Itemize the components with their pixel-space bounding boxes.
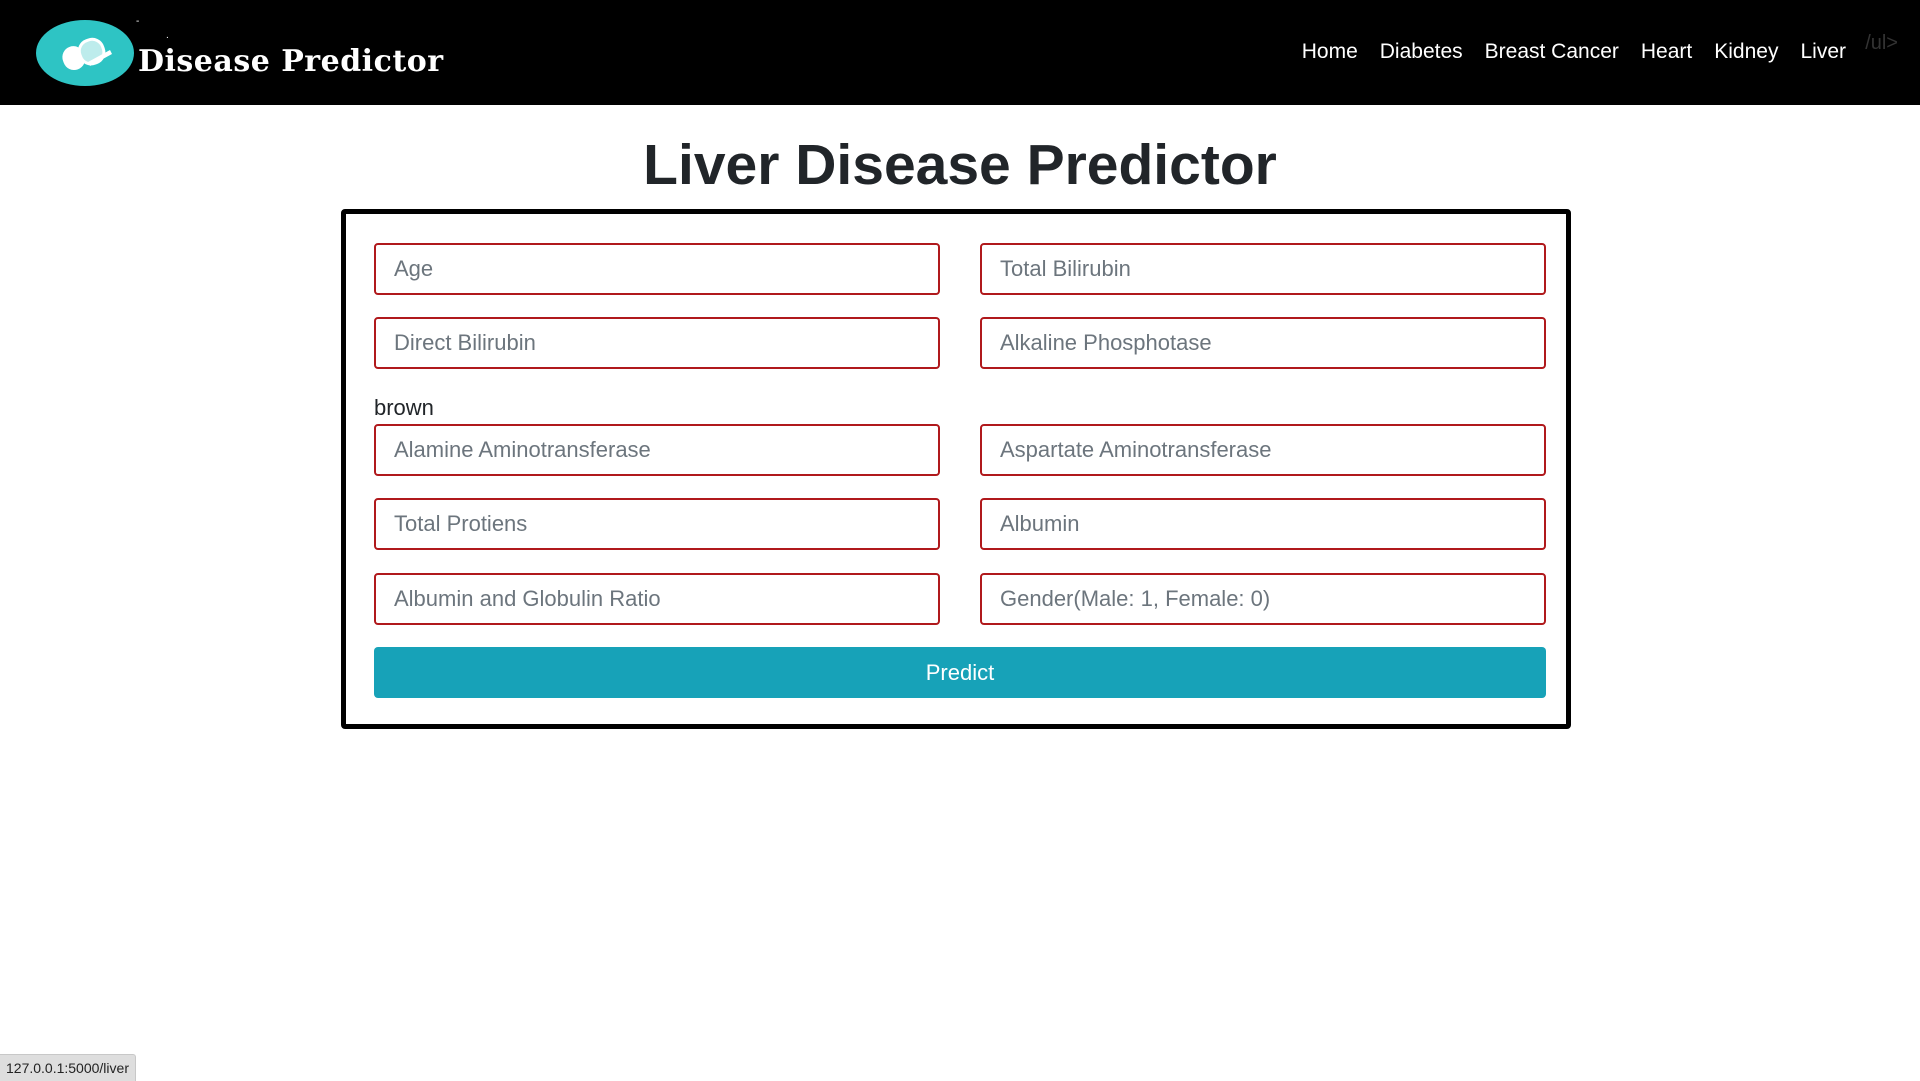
- direct-bilirubin-field[interactable]: [374, 317, 940, 369]
- brand-logo[interactable]: - . Disease Predictor: [36, 16, 443, 88]
- age-field[interactable]: [374, 243, 940, 295]
- gender-field[interactable]: [980, 573, 1546, 625]
- total-protiens-field[interactable]: [374, 498, 940, 550]
- stray-label: brown: [374, 395, 434, 420]
- nav-liver[interactable]: Liver: [1800, 40, 1846, 64]
- page-title: Liver Disease Predictor: [643, 133, 1277, 197]
- brand-name: Disease Predictor: [138, 44, 444, 79]
- status-bar-url: 127.0.0.1:5000/liver: [0, 1054, 136, 1081]
- total-bilirubin-field[interactable]: [980, 243, 1546, 295]
- nav-heart[interactable]: Heart: [1641, 40, 1692, 64]
- nav-kidney[interactable]: Kidney: [1714, 40, 1778, 64]
- pill-capsule-icon: [36, 20, 134, 86]
- top-navbar: - . Disease Predictor Home Diabetes Brea…: [0, 0, 1920, 105]
- alamine-aminotransferase-field[interactable]: [374, 424, 940, 476]
- albumin-globulin-ratio-field[interactable]: [374, 573, 940, 625]
- aspartate-aminotransferase-field[interactable]: [980, 424, 1546, 476]
- stray-markup-text: /ul>: [1865, 32, 1898, 54]
- main-nav: Home Diabetes Breast Cancer Heart Kidney…: [1302, 40, 1846, 64]
- nav-home[interactable]: Home: [1302, 40, 1358, 64]
- nav-diabetes[interactable]: Diabetes: [1380, 40, 1463, 64]
- albumin-field[interactable]: [980, 498, 1546, 550]
- logo-decoration: .: [166, 30, 169, 41]
- nav-breast-cancer[interactable]: Breast Cancer: [1485, 40, 1619, 64]
- logo-decoration: -: [136, 16, 140, 27]
- alkaline-phosphotase-field[interactable]: [980, 317, 1546, 369]
- predict-button[interactable]: Predict: [374, 647, 1546, 698]
